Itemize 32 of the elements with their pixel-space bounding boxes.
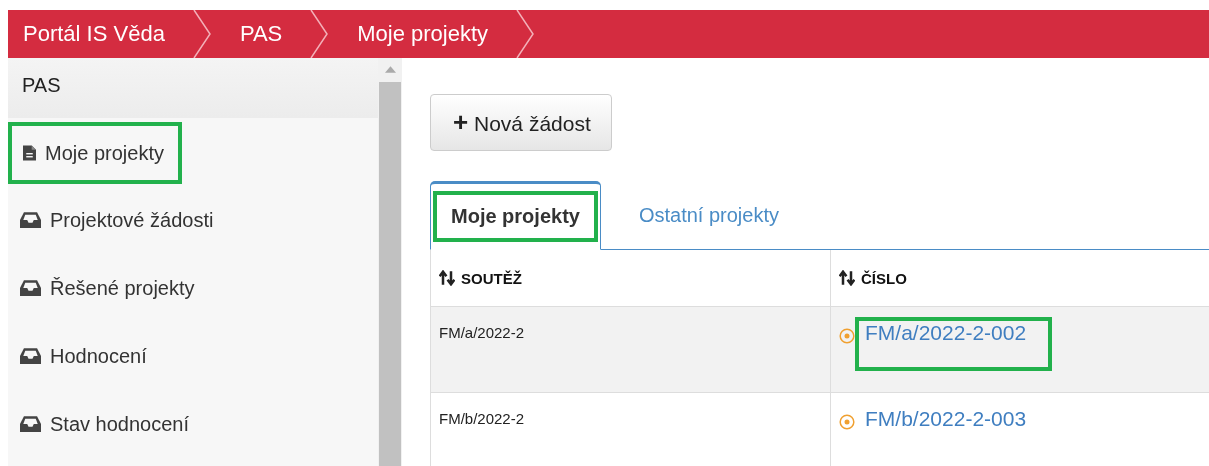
breadcrumb-link[interactable]: Moje projekty xyxy=(357,21,489,47)
project-link[interactable]: FM/b/2022-2-003 xyxy=(855,403,1053,457)
tray-icon xyxy=(20,212,41,228)
sidebar-item[interactable]: Projektové žádosti xyxy=(8,186,232,254)
column-header[interactable]: SOUTĚŽ xyxy=(431,250,831,306)
tray-icon xyxy=(20,348,41,364)
sidebar-item[interactable]: Moje projekty xyxy=(8,122,182,184)
scroll-up-icon[interactable] xyxy=(384,66,396,73)
tray-icon xyxy=(20,416,41,432)
sidebar-item[interactable]: Stav hodnocení xyxy=(8,390,207,458)
status-icon xyxy=(839,328,855,344)
table-cell: FM/a/2022-2 xyxy=(431,307,831,392)
chevron-icon xyxy=(515,10,536,58)
sort-icon[interactable] xyxy=(439,270,455,286)
new-request-button[interactable]: + Nová žádost xyxy=(430,94,612,151)
column-header[interactable]: ČÍSLO xyxy=(831,250,1209,306)
project-link[interactable]: FM/a/2022-2-002 xyxy=(855,317,1053,371)
status-icon xyxy=(839,414,855,430)
plus-icon: + xyxy=(453,107,469,137)
tab[interactable]: Ostatní projekty xyxy=(600,181,799,249)
breadcrumb-link[interactable]: PAS xyxy=(239,21,283,47)
sort-icon[interactable] xyxy=(839,270,855,286)
document-icon xyxy=(23,145,36,161)
chevron-icon xyxy=(309,10,330,58)
breadcrumb-link[interactable]: Portál IS Věda xyxy=(23,21,165,47)
sidebar-heading: PAS xyxy=(8,58,378,118)
tray-icon xyxy=(20,280,41,296)
tab[interactable]: Moje projekty xyxy=(430,181,601,250)
table-cell: FM/b/2022-2 xyxy=(431,393,831,466)
sidebar-item[interactable]: Hodnocení xyxy=(8,322,165,390)
sidebar-item[interactable]: Řešené projekty xyxy=(8,254,213,322)
chevron-icon xyxy=(191,10,212,58)
